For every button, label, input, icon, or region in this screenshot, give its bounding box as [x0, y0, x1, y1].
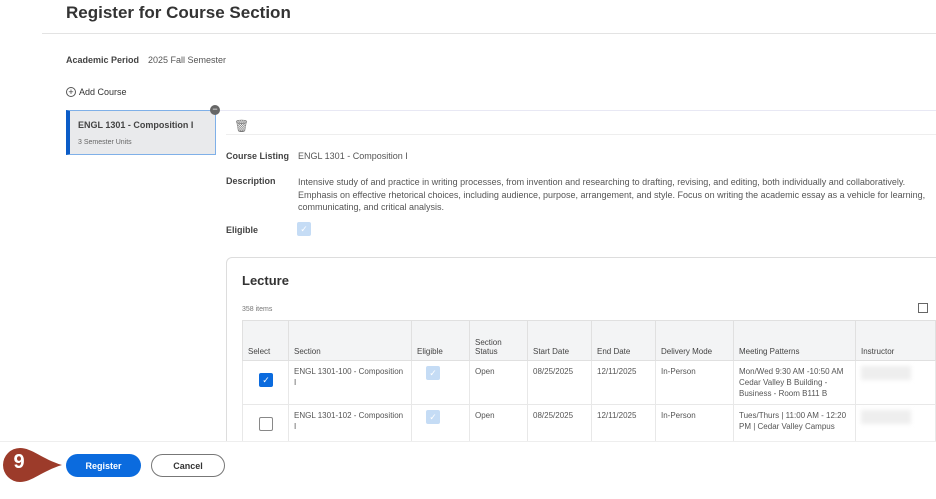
end-date-cell: 12/11/2025 — [591, 360, 656, 405]
start-date-cell: 08/25/2025 — [527, 404, 592, 445]
table-row: ENGL 1301-102 - Composition I ✓ Open 08/… — [242, 404, 936, 445]
footer-bar — [0, 441, 936, 499]
start-date-cell: 08/25/2025 — [527, 360, 592, 405]
eligible-checkbox: ✓ — [426, 410, 440, 424]
eligible-checkbox: ✓ — [297, 222, 311, 236]
instructor-redacted — [861, 410, 911, 424]
col-instructor: Instructor — [855, 320, 936, 361]
instructor-redacted — [861, 366, 911, 380]
delivery-cell: In-Person — [655, 360, 734, 405]
trash-icon[interactable]: 🗑 — [234, 119, 249, 133]
status-cell: Open — [469, 404, 528, 445]
table-settings-icon[interactable] — [918, 303, 928, 313]
item-count: 358 items — [242, 306, 273, 313]
page-title: Register for Course Section — [66, 3, 291, 22]
col-eligible: Eligible — [411, 320, 470, 361]
col-end: End Date — [591, 320, 656, 361]
course-card-title: ENGL 1301 - Composition I — [78, 120, 194, 130]
col-select: Select — [242, 320, 289, 361]
plus-circle-icon: + — [66, 87, 76, 97]
divider — [226, 134, 936, 135]
register-button[interactable]: Register — [66, 454, 141, 477]
col-meeting: Meeting Patterns — [733, 320, 856, 361]
col-status: Section Status — [469, 320, 528, 361]
course-listing-label: Course Listing — [226, 151, 290, 161]
col-delivery: Delivery Mode — [655, 320, 734, 361]
add-course-label: Add Course — [79, 87, 127, 97]
description-label: Description — [226, 176, 276, 186]
divider — [42, 33, 936, 34]
delivery-cell: In-Person — [655, 404, 734, 445]
col-section: Section — [288, 320, 412, 361]
meeting-cell: Tues/Thurs | 11:00 AM - 12:20 PM | Cedar… — [733, 404, 856, 445]
sections-table: Select Section Eligible Section Status S… — [242, 320, 936, 445]
lecture-title: Lecture — [242, 273, 289, 288]
course-listing-value: ENGL 1301 - Composition I — [298, 151, 408, 161]
academic-period-label: Academic Period — [66, 55, 140, 65]
meeting-cell: Mon/Wed 9:30 AM -10:50 AM Cedar Valley B… — [733, 360, 856, 405]
select-checkbox[interactable] — [259, 417, 273, 431]
step-number: 9 — [13, 451, 25, 473]
course-card-units: 3 Semester Units — [78, 139, 132, 146]
remove-course-icon[interactable]: − — [210, 105, 220, 115]
status-cell: Open — [469, 360, 528, 405]
section-cell: ENGL 1301-100 - Composition I — [288, 360, 412, 405]
academic-period-value: 2025 Fall Semester — [148, 55, 227, 65]
select-checkbox[interactable]: ✓ — [259, 373, 273, 387]
end-date-cell: 12/11/2025 — [591, 404, 656, 445]
divider — [220, 110, 936, 111]
col-start: Start Date — [527, 320, 592, 361]
add-course-button[interactable]: + Add Course — [66, 87, 127, 97]
description-text: Intensive study of and practice in writi… — [298, 177, 926, 212]
eligible-label: Eligible — [226, 225, 259, 235]
section-cell: ENGL 1301-102 - Composition I — [288, 404, 412, 445]
eligible-checkbox: ✓ — [426, 366, 440, 380]
table-row: ✓ ENGL 1301-100 - Composition I ✓ Open 0… — [242, 360, 936, 405]
course-card[interactable]: ENGL 1301 - Composition I 3 Semester Uni… — [66, 110, 216, 155]
cancel-button[interactable]: Cancel — [151, 454, 225, 477]
